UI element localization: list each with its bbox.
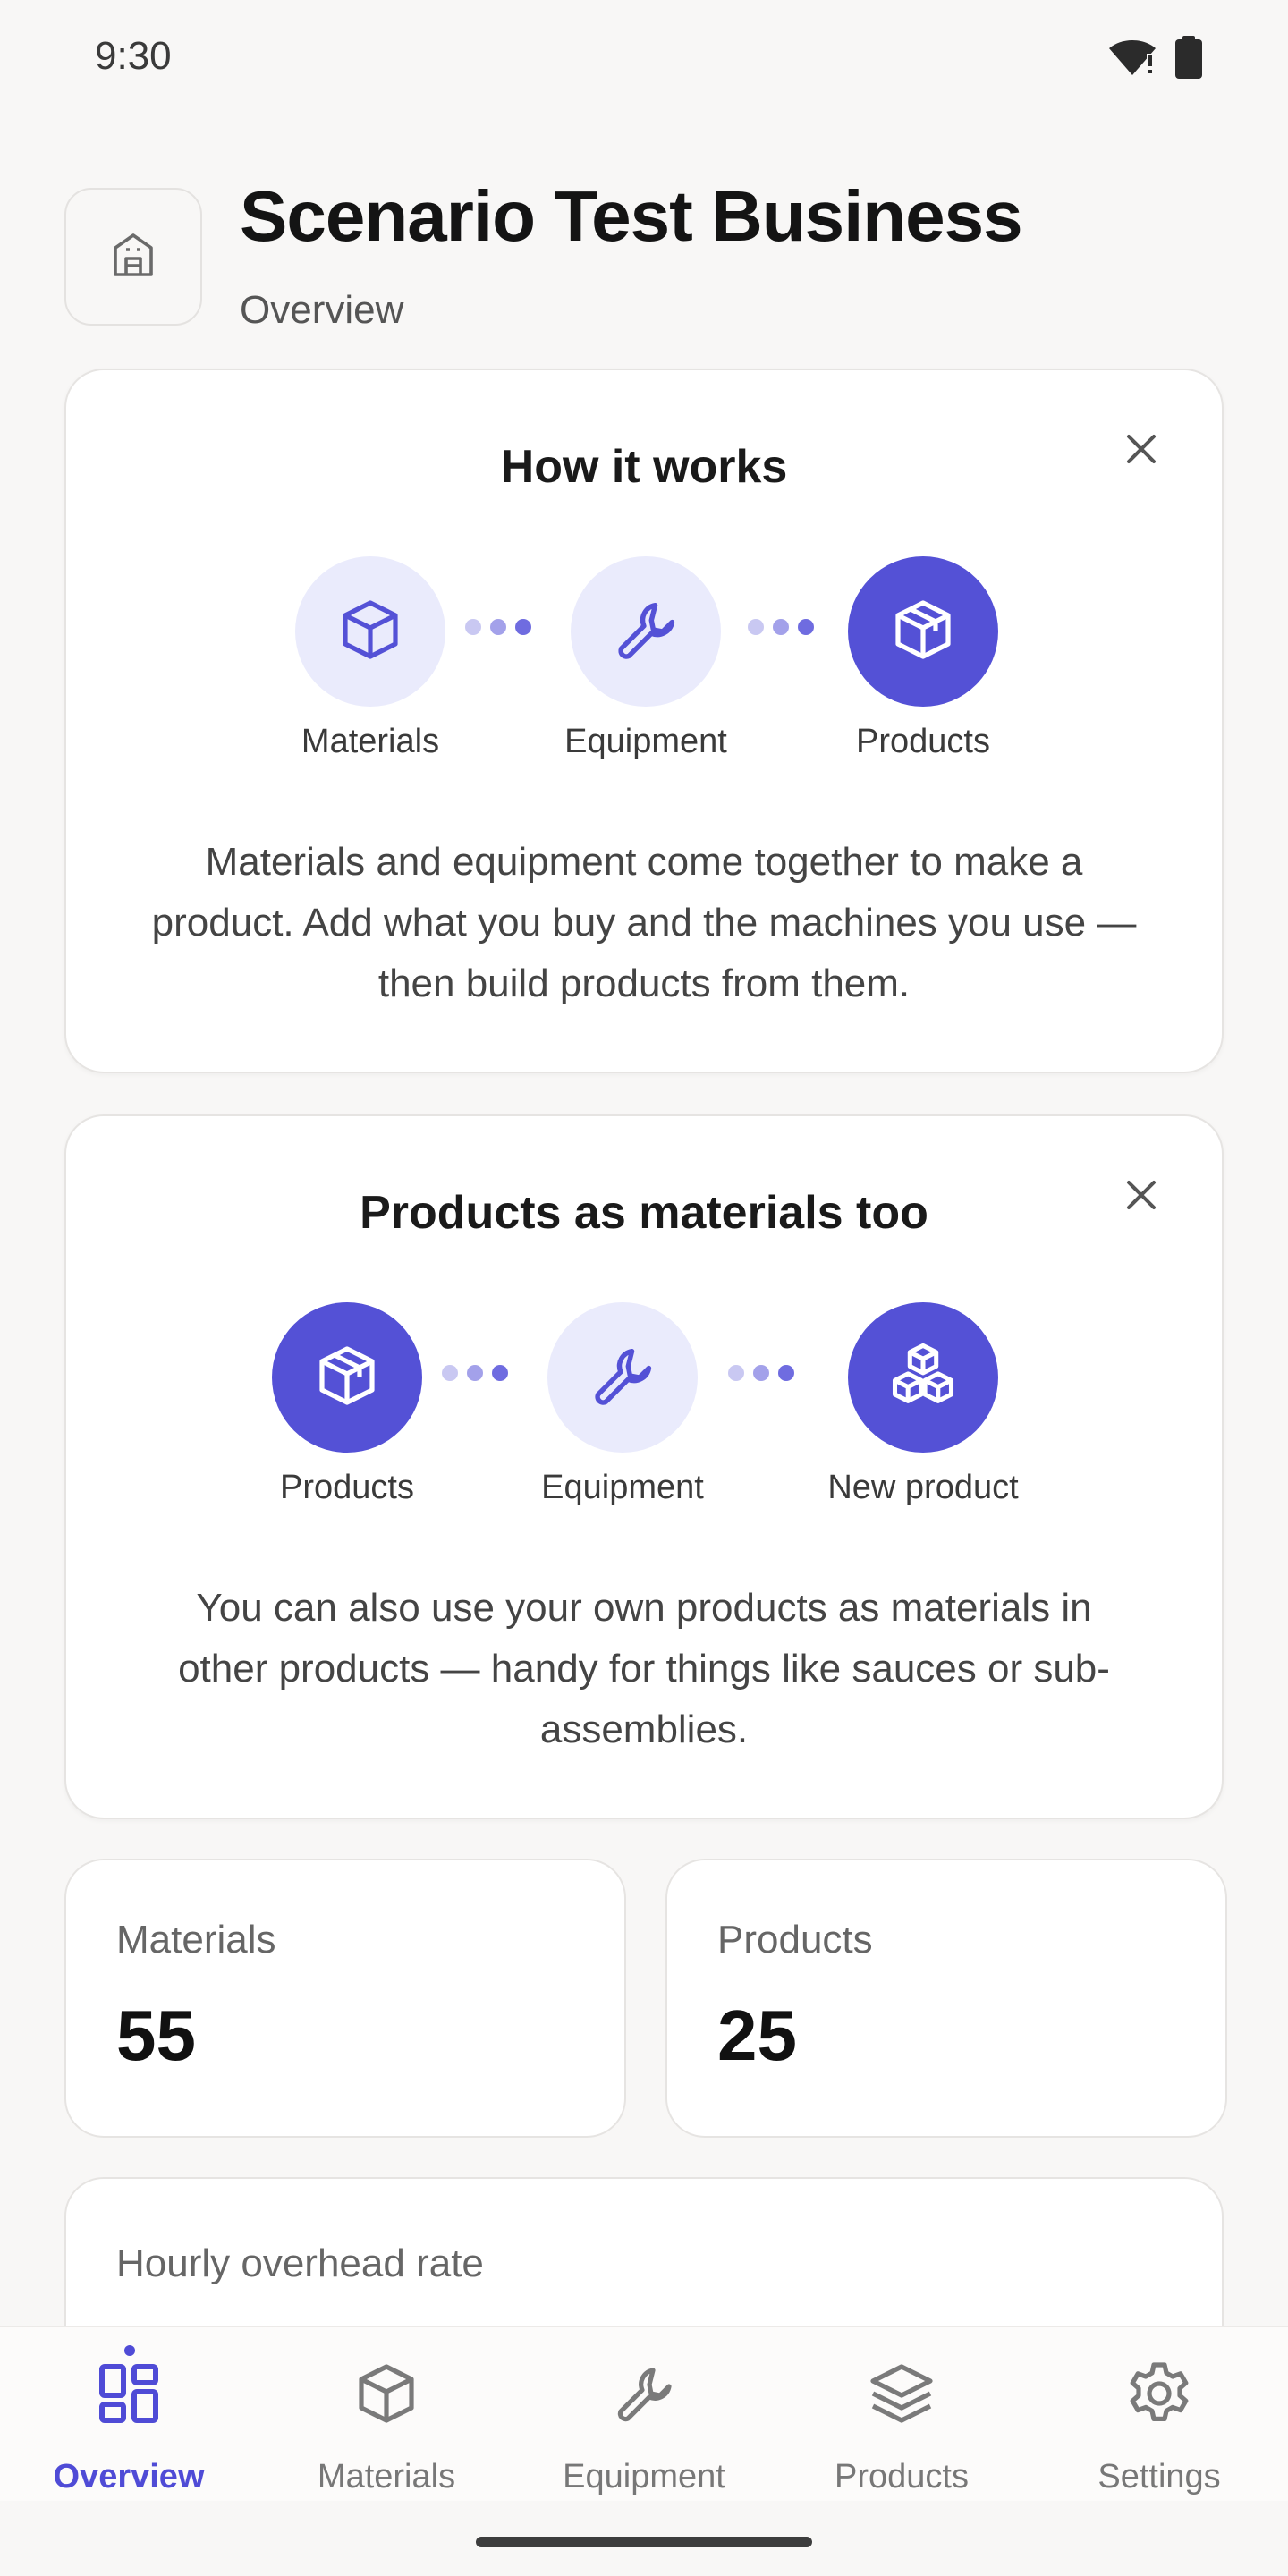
battery-icon — [1175, 36, 1202, 83]
flow-circle — [848, 1302, 998, 1453]
flow-circle — [547, 1302, 698, 1453]
flow-circle — [272, 1302, 422, 1453]
nav-label: Settings — [1097, 2458, 1221, 2496]
flow-step-label: Equipment — [541, 1469, 704, 1506]
nav-label: Materials — [317, 2458, 456, 2496]
page-header: Scenario Test Business Overview — [64, 175, 1227, 354]
card-title: Products as materials too — [360, 1187, 928, 1239]
flow-step-label: Equipment — [564, 723, 727, 760]
flow-connector — [465, 619, 531, 635]
active-indicator — [124, 2345, 135, 2356]
nav-item-settings[interactable]: Settings — [1030, 2327, 1288, 2503]
nav-label: Overview — [53, 2458, 205, 2496]
package-icon — [311, 1340, 383, 1416]
materials-stat-card[interactable]: Materials 55 — [64, 1859, 626, 2138]
nav-item-overview[interactable]: Overview — [0, 2327, 258, 2503]
flow-step-label: Materials — [301, 723, 440, 760]
flow-step-label: Products — [280, 1469, 414, 1506]
gesture-bar — [0, 2501, 1288, 2576]
layers-icon — [866, 2358, 937, 2429]
flow-diagram: Products Equipment New product — [66, 1302, 1222, 1506]
card-title: How it works — [500, 441, 788, 493]
nav-item-products[interactable]: Products — [773, 2327, 1030, 2503]
flow-diagram: Materials Equipment Products — [66, 556, 1222, 760]
package-icon — [887, 594, 959, 670]
wrench-icon — [608, 592, 683, 672]
flow-circle — [571, 556, 721, 707]
stat-label: Products — [717, 1918, 873, 1962]
close-icon — [1123, 431, 1159, 471]
status-time: 9:30 — [95, 34, 172, 78]
nav-label: Equipment — [563, 2458, 725, 2496]
status-bar: 9:30 — [0, 0, 1288, 116]
products-as-materials-card: Products as materials too Products Equip… — [64, 1114, 1224, 1819]
flow-step-new-product: New product — [816, 1302, 1030, 1507]
flow-step-label: Products — [856, 723, 990, 760]
close-button[interactable] — [1114, 424, 1168, 478]
wrench-icon — [585, 1338, 660, 1418]
nav-item-equipment[interactable]: Equipment — [515, 2327, 773, 2503]
flow-connector — [442, 1365, 508, 1381]
page-subtitle: Overview — [240, 288, 404, 332]
nav-item-materials[interactable]: Materials — [258, 2327, 515, 2503]
flow-circle — [848, 556, 998, 707]
nav-label: Products — [835, 2458, 969, 2496]
card-body-text: You can also use your own products as ma… — [178, 1586, 1110, 1751]
boxes-icon — [886, 1338, 961, 1418]
flow-step-equipment: Equipment — [538, 556, 753, 761]
flow-connector — [748, 619, 814, 635]
cube-icon — [351, 2358, 422, 2429]
cube-icon — [335, 594, 406, 670]
bottom-nav: Overview Materials Equipment Products Se… — [0, 2326, 1288, 2503]
close-icon — [1123, 1177, 1159, 1217]
wrench-icon — [608, 2358, 680, 2429]
overhead-label: Hourly overhead rate — [116, 2241, 484, 2285]
flow-circle — [295, 556, 445, 707]
products-stat-card[interactable]: Products 25 — [665, 1859, 1227, 2138]
flow-step-products: Products — [816, 556, 1030, 761]
card-body-text: Materials and equipment come together to… — [151, 840, 1137, 1005]
how-it-works-card: How it works Materials Equipment Product… — [64, 369, 1224, 1073]
flow-connector — [728, 1365, 794, 1381]
flow-step-products: Products — [240, 1302, 454, 1507]
flow-step-equipment: Equipment — [515, 1302, 730, 1507]
stat-value: 25 — [717, 1996, 797, 2075]
building-icon — [106, 228, 160, 286]
business-avatar[interactable] — [64, 188, 202, 326]
flow-step-label: New product — [827, 1469, 1019, 1506]
page-title: Scenario Test Business — [240, 176, 1023, 256]
stat-value: 55 — [116, 1996, 196, 2075]
dashboard-icon — [93, 2358, 165, 2429]
flow-step-materials: Materials — [263, 556, 478, 761]
home-indicator[interactable] — [476, 2537, 812, 2547]
wifi-icon — [1107, 36, 1157, 83]
gear-icon — [1123, 2358, 1195, 2429]
status-icons — [1107, 36, 1202, 83]
stat-label: Materials — [116, 1918, 276, 1962]
close-button[interactable] — [1114, 1170, 1168, 1224]
